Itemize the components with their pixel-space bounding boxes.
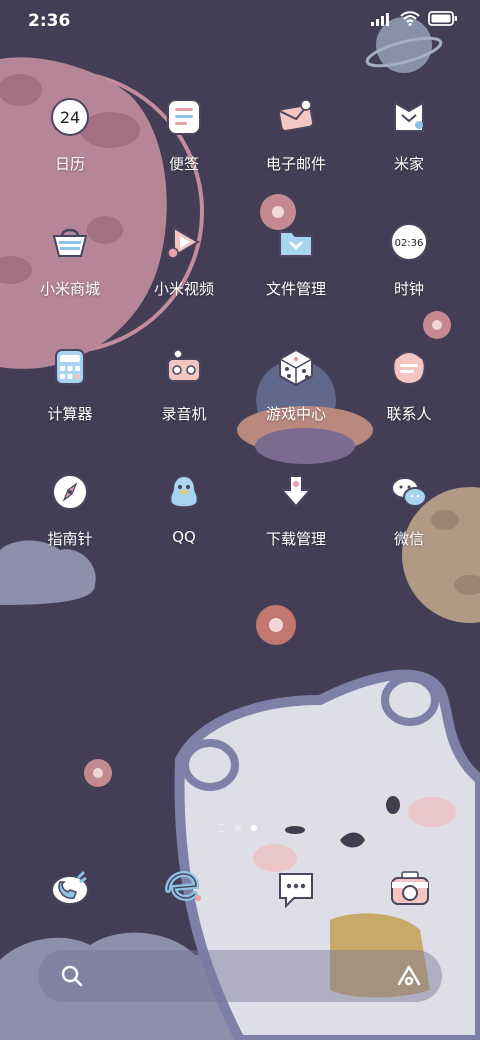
dock-camera[interactable] [386,864,434,912]
calendar-day: 24 [60,108,80,127]
shopping-bag-icon [52,228,88,257]
folder-icon [279,231,313,257]
page-indicator[interactable] [218,824,257,832]
dock-messages[interactable] [272,864,320,912]
app-label: 计算器 [47,405,93,423]
app-label: 指南针 [47,530,93,548]
calculator-icon [55,349,85,385]
app-wechat[interactable]: 微信 [354,472,464,582]
phone-icon [51,870,89,905]
recorder-icon [167,349,201,382]
app-label: 电子邮件 [265,155,326,173]
camera-icon [391,871,429,905]
app-contacts[interactable]: 联系人 [354,347,464,457]
dock-browser[interactable] [158,864,206,912]
page-dot-active[interactable] [251,825,257,831]
app-label: 米家 [393,155,424,173]
search-icon[interactable] [60,964,84,988]
app-email[interactable]: 电子邮件 [241,97,351,207]
app-mi-video[interactable]: 小米视频 [129,222,239,332]
app-file-manager[interactable]: 文件管理 [241,222,351,332]
battery-icon [428,11,457,26]
app-compass[interactable]: 指南针 [15,472,125,582]
app-label: 日历 [54,155,85,173]
mijia-icon [394,101,424,132]
app-calculator[interactable]: 计算器 [15,347,125,457]
app-clock[interactable]: 02:36 时钟 [354,222,464,332]
email-icon [277,99,315,132]
wechat-icon [391,477,427,507]
notes-icon [167,99,201,135]
app-label: 时钟 [393,280,424,298]
dice-icon [279,348,313,387]
compass-icon [52,474,88,510]
calendar-icon: 24 [51,98,89,136]
contacts-icon [392,350,426,385]
messages-icon [279,873,313,909]
clock-icon: 02:36 [390,223,428,261]
signal-icon [371,12,389,26]
app-label: 微信 [393,530,424,548]
app-calendar[interactable]: 24 日历 [15,97,125,207]
app-label: 小米视频 [153,280,214,298]
assistant-icon[interactable] [396,964,422,988]
app-label: 游戏中心 [265,405,326,423]
app-label: QQ [172,528,196,546]
qq-penguin-icon [169,474,199,509]
video-play-icon [167,226,200,259]
download-icon [279,475,313,508]
app-label: 便签 [168,155,199,173]
app-notes[interactable]: 便签 [129,97,239,207]
app-download-manager[interactable]: 下载管理 [241,472,351,582]
app-mi-store[interactable]: 小米商城 [15,222,125,332]
app-recorder[interactable]: 录音机 [129,347,239,457]
app-qq[interactable]: QQ [129,472,239,582]
page-dot-feed[interactable] [218,824,225,832]
app-game-center[interactable]: 游戏中心 [241,347,351,457]
page-dot[interactable] [235,825,241,831]
browser-icon [165,870,201,902]
app-label: 小米商城 [39,280,100,298]
status-bar: 2:36 [0,0,480,40]
dock-phone[interactable] [46,864,94,912]
app-mijia[interactable]: 米家 [354,97,464,207]
search-bar[interactable] [38,950,442,1002]
app-label: 下载管理 [265,530,326,548]
clock-time: 02:36 [395,238,424,249]
wifi-icon [400,11,420,26]
app-label: 联系人 [386,405,432,423]
app-label: 录音机 [161,405,207,423]
app-label: 文件管理 [265,280,326,298]
status-time: 2:36 [28,11,71,31]
